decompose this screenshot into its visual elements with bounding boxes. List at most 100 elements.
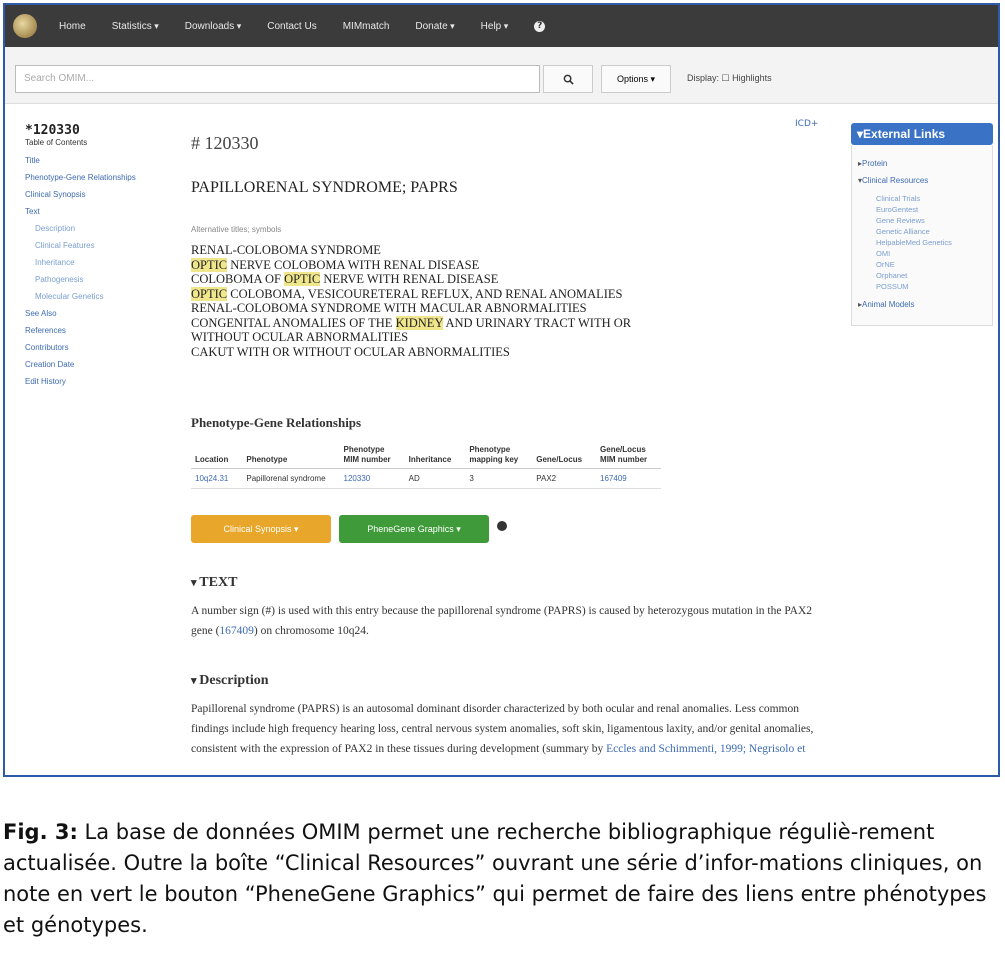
search-input[interactable]: Search OMIM... (15, 65, 540, 93)
alt-title-line: COLOBOMA OF OPTIC NERVE WITH RENAL DISEA… (191, 272, 631, 287)
alt-title-text: WITHOUT OCULAR ABNORMALITIES (191, 330, 409, 344)
toc-item[interactable]: Text (25, 206, 165, 217)
external-link[interactable]: EuroGentest (876, 204, 986, 215)
external-link[interactable]: OrNE (876, 259, 986, 270)
alt-title-text: CONGENITAL ANOMALIES OF THE (191, 315, 396, 330)
caption-label: Fig. 3: (3, 820, 78, 844)
phenegene-graphics-button[interactable]: PheneGene Graphics (339, 515, 489, 543)
options-dropdown[interactable]: Options (601, 65, 671, 93)
alt-titles-label: Alternative titles; symbols (191, 225, 282, 234)
alt-titles-list: RENAL-COLOBOMA SYNDROME OPTIC NERVE COLOB… (191, 243, 631, 359)
eccles-reference-link[interactable]: Eccles and Schimmenti, 1999; Negrisolo e… (606, 743, 805, 755)
toc-item[interactable]: Clinical Synopsis (25, 189, 165, 200)
table-cell-link[interactable]: 167409 (596, 468, 662, 489)
external-section-toggle[interactable]: Clinical Resources (858, 176, 986, 185)
toc-item[interactable]: Title (25, 155, 165, 166)
alt-title-line: RENAL-COLOBOMA SYNDROME (191, 243, 631, 258)
screenshot-frame: Home Statistics Downloads Contact Us MIM… (3, 3, 1000, 777)
table-header: Gene/Locus (532, 443, 597, 469)
external-link[interactable]: Genetic Alliance (876, 226, 986, 237)
phenotype-gene-table: Location Phenotype Phenotype MIM number Inh… (191, 443, 662, 489)
external-link[interactable]: Gene Reviews (876, 215, 986, 226)
toc-item[interactable]: Phenotype-Gene Relationships (25, 172, 165, 183)
omim-logo-icon[interactable] (13, 14, 37, 38)
external-links-header[interactable]: External Links (851, 123, 993, 145)
pg-section-title: Phenotype-Gene Relationships (191, 415, 362, 430)
toc-heading: Table of Contents (25, 138, 88, 147)
info-dot-icon[interactable] (497, 521, 507, 531)
external-link[interactable]: Clinical Trials (876, 193, 986, 204)
text-para-part: ) on chromosome 10q24. (253, 625, 369, 637)
table-cell: PAX2 (532, 468, 597, 489)
alt-title-text: NERVE COLOBOMA WITH RENAL DISEASE (227, 257, 480, 272)
external-section-toggle[interactable]: Protein (858, 159, 986, 168)
search-bar: Search OMIM... Options Display: ☐ Highli… (5, 47, 998, 104)
caption-text: La base de données OMIM permet une reche… (3, 820, 987, 937)
nav-contact-us[interactable]: Contact Us (267, 21, 316, 32)
table-cell-link[interactable]: 10q24.31 (191, 468, 243, 489)
external-link[interactable]: HelpableMed Genetics (876, 237, 986, 248)
toc-item[interactable]: Description (35, 223, 165, 234)
highlighted-term: OPTIC (284, 272, 321, 286)
table-header: Phenotype mapping key (465, 443, 533, 469)
alt-title-text: RENAL-COLOBOMA SYNDROME WITH MACULAR ABN… (191, 301, 587, 315)
toc-item[interactable]: Inheritance (35, 257, 165, 268)
external-links-box: Protein Clinical Resources Clinical Trials… (851, 145, 993, 326)
table-cell: 3 (465, 468, 533, 489)
alt-title-line: OPTIC COLOBOMA, VESICOURETERAL REFLUX, A… (191, 286, 631, 302)
external-section-toggle[interactable]: Animal Models (858, 300, 986, 309)
table-cell-link[interactable]: 120330 (339, 468, 405, 489)
description-section-heading[interactable]: Description (191, 673, 268, 689)
toc-item[interactable]: Molecular Genetics (35, 291, 165, 302)
table-row: 10q24.31 Papillorenal syndrome 120330 AD 3 PA… (191, 468, 662, 489)
search-button[interactable] (543, 65, 593, 93)
text-section-heading[interactable]: TEXT (191, 575, 237, 591)
toc-item[interactable]: See Also (25, 308, 165, 319)
table-cell: AD (404, 468, 466, 489)
nav-donate[interactable]: Donate (415, 21, 454, 32)
nav-home[interactable]: Home (59, 21, 86, 32)
alt-title-text: COLOBOMA OF (191, 272, 285, 286)
toc-item[interactable]: Pathogenesis (35, 274, 165, 285)
toc-item[interactable]: Edit History (25, 376, 165, 387)
external-link[interactable]: Orphanet (876, 270, 986, 281)
toc-item[interactable]: Clinical Features (35, 240, 165, 251)
nav-mimmatch[interactable]: MIMmatch (343, 21, 390, 32)
question-icon[interactable]: ? (534, 20, 546, 32)
entry-number: # 120330 (191, 133, 259, 153)
top-navbar: Home Statistics Downloads Contact Us MIM… (5, 5, 998, 47)
external-links-panel: External Links Protein Clinical Resources… (851, 123, 993, 326)
display-highlights-toggle[interactable]: Display: ☐ Highlights (687, 73, 772, 84)
nav-statistics[interactable]: Statistics (112, 21, 159, 32)
clinical-synopsis-button[interactable]: Clinical Synopsis (191, 515, 331, 543)
toc-entry-number: *120330 (25, 123, 80, 138)
alt-title-line: OPTIC NERVE COLOBOMA WITH RENAL DISEASE (191, 257, 631, 273)
text-paragraph: A number sign (#) is used with this entr… (191, 601, 831, 641)
alt-title-text: COLOBOMA, VESICOURETERAL REFLUX, AND REN… (227, 286, 623, 301)
external-link[interactable]: POSSUM (876, 281, 986, 292)
highlighted-term: KIDNEY (395, 315, 444, 330)
description-paragraph: Papillorenal syndrome (PAPRS) is an auto… (191, 699, 831, 759)
highlighted-term: OPTIC (191, 257, 228, 272)
toc-item[interactable]: Contributors (25, 342, 165, 353)
table-header: Phenotype (242, 443, 340, 469)
highlighted-term: OPTIC (191, 286, 228, 301)
table-cell: Papillorenal syndrome (242, 468, 340, 489)
nav-downloads[interactable]: Downloads (185, 21, 242, 32)
toc-item[interactable]: References (25, 325, 165, 336)
table-of-contents: *120330 Table of Contents Title Phenotype… (25, 123, 165, 393)
entry-title: PAPILLORENAL SYNDROME; PAPRS (191, 179, 458, 196)
magnifier-icon (563, 74, 574, 85)
alt-title-line: RENAL-COLOBOMA SYNDROME WITH MACULAR ABN… (191, 301, 631, 316)
alt-title-text: NERVE WITH RENAL DISEASE (320, 272, 499, 286)
table-header: Gene/Locus MIM number (596, 443, 662, 469)
pax2-mim-link[interactable]: 167409 (219, 625, 254, 637)
toc-item[interactable]: Creation Date (25, 359, 165, 370)
alt-title-line: WITHOUT OCULAR ABNORMALITIES (191, 330, 631, 345)
icd-toggle[interactable]: ICD+ (795, 119, 818, 129)
entry-main: # 120330 PAPILLORENAL SYNDROME; PAPRS Al… (191, 133, 831, 755)
figure-caption: Fig. 3: La base de données OMIM permet u… (3, 817, 1003, 941)
nav-help[interactable]: Help (481, 21, 509, 32)
external-link[interactable]: OMI (876, 248, 986, 259)
alt-title-text: RENAL-COLOBOMA SYNDROME (191, 243, 381, 257)
